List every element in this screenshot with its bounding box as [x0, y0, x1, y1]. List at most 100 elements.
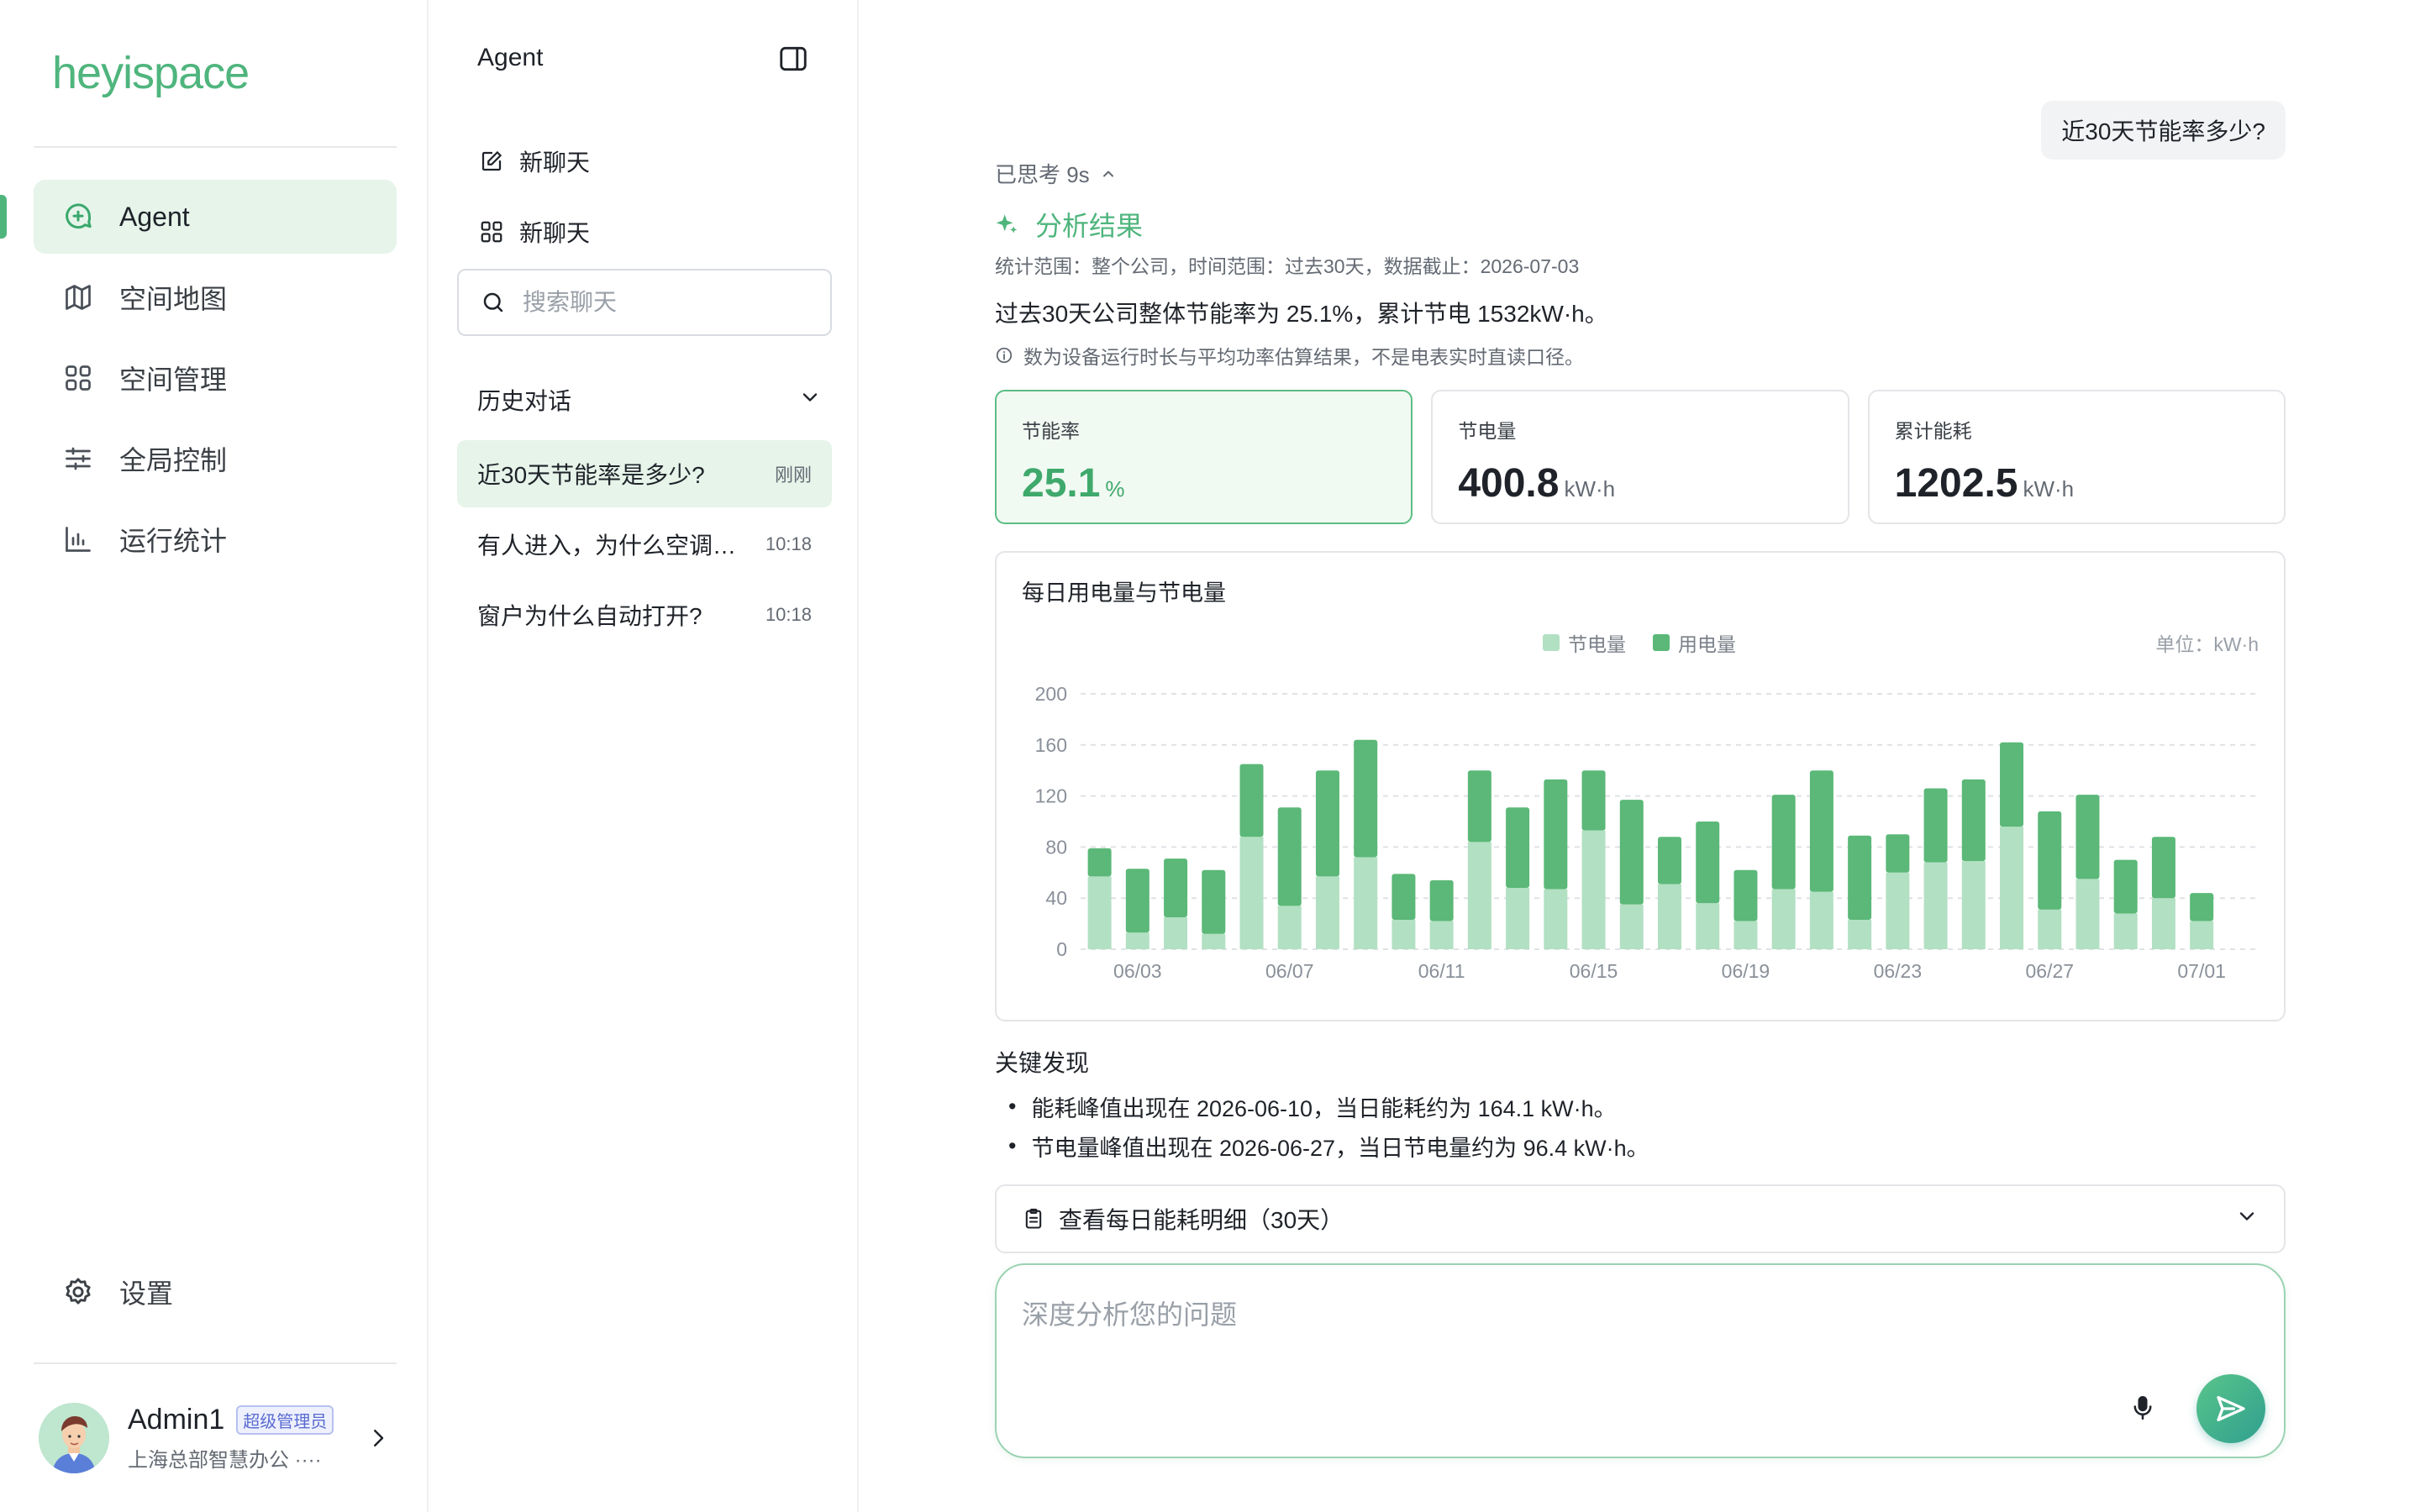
new-chat-button[interactable]: 新聊天 [477, 141, 590, 181]
bar-saved [1544, 889, 1568, 949]
history-item-time: 刚刚 [774, 465, 812, 486]
x-tick-label: 06/27 [2025, 960, 2074, 982]
bar-saved [1164, 917, 1188, 949]
bar-saved [1087, 876, 1112, 949]
user-message-bubble: 近30天节能率多少? [2041, 101, 2286, 160]
settings-label: 设置 [119, 1278, 174, 1309]
bar-usage [1886, 834, 1910, 873]
findings-title: 关键发现 [995, 1050, 1090, 1076]
x-tick-label: 06/23 [1874, 960, 1923, 982]
history-item[interactable]: 近30天节能率是多少? 刚刚 [457, 440, 832, 507]
send-button[interactable] [2196, 1374, 2265, 1443]
x-tick-label: 06/03 [1113, 960, 1162, 982]
sliders-icon [60, 441, 96, 476]
new-chat-label: 新聊天 [519, 150, 591, 176]
brand-logo[interactable]: heyispace [52, 47, 250, 99]
y-tick-label: 80 [1045, 836, 1067, 858]
bar-saved [2038, 909, 2062, 949]
bar-usage [1771, 795, 1796, 890]
stat-value: 25.1 [1022, 461, 1101, 506]
sidebar-item-space-map[interactable]: 空间地图 [34, 260, 397, 334]
y-tick-label: 0 [1056, 938, 1067, 960]
new-chat-label: 新聊天 [519, 220, 591, 246]
history-title: 历史对话 [477, 388, 572, 414]
sidebar-item-label: 空间地图 [119, 284, 228, 314]
bar-usage [2113, 859, 2138, 914]
grid-icon [477, 218, 506, 246]
detail-label: 查看每日能耗明细（30天） [1059, 1207, 1344, 1233]
bar-usage [1239, 764, 1264, 837]
bar-saved [1848, 920, 1872, 949]
info-icon [995, 345, 1015, 365]
stat-card-saved-energy[interactable]: 节电量 400.8 kW·h [1431, 390, 1849, 524]
stat-unit: kW·h [1564, 476, 1616, 501]
history-item-text: 近30天节能率是多少? [477, 462, 705, 488]
bar-usage [1809, 770, 1833, 892]
sidebar-item-agent[interactable]: Agent [34, 180, 397, 254]
history-list: 近30天节能率是多少? 刚刚 有人进入，为什么空调… 10:18 窗户为什么自动… [457, 440, 832, 652]
message-composer [995, 1263, 2286, 1458]
search-input[interactable] [523, 289, 825, 316]
bar-saved [1202, 933, 1226, 949]
settings-button[interactable]: 设置 [34, 1255, 397, 1329]
bar-saved [1467, 842, 1491, 949]
history-section-toggle[interactable]: 历史对话 [477, 383, 822, 417]
stat-card-total-consumption[interactable]: 累计能耗 1202.5 kW·h [1867, 390, 2286, 524]
chevron-right-icon[interactable] [361, 1421, 395, 1455]
user-profile[interactable]: Admin1 超级管理员 上海总部智慧办公 ···· [34, 1396, 397, 1480]
bar-saved [1658, 884, 1681, 949]
send-icon [2217, 1396, 2245, 1421]
stat-unit: kW·h [2023, 476, 2075, 501]
history-item[interactable]: 有人进入，为什么空调… 10:18 [457, 511, 832, 578]
y-tick-label: 120 [1035, 785, 1067, 807]
chevron-down-icon [798, 386, 822, 415]
x-tick-label: 06/19 [1722, 960, 1770, 982]
bar-usage [1392, 874, 1416, 921]
x-tick-label: 06/07 [1265, 960, 1314, 982]
thought-toggle[interactable]: 已思考 9s [995, 158, 1118, 189]
agent-icon [60, 199, 96, 234]
bar-saved [1619, 904, 1644, 949]
search-icon [479, 288, 508, 317]
bar-usage [1923, 788, 1948, 863]
bar-saved [1886, 872, 1910, 949]
bar-usage [2075, 795, 2100, 879]
bar-saved [1771, 889, 1796, 949]
history-item-text: 窗户为什么自动打开? [477, 603, 702, 629]
bar-usage [1202, 869, 1226, 934]
new-chat-button[interactable]: 新聊天 [477, 212, 590, 252]
sidebar-item-label: 运行统计 [119, 526, 228, 556]
bar-usage [1619, 800, 1644, 905]
bar-usage [1544, 779, 1568, 890]
grid-icon [60, 360, 96, 396]
sidebar-item-space-management[interactable]: 空间管理 [34, 341, 397, 415]
sidebar: heyispace Agent 空间地图 空间管理 全局控制 运行统计 设置 A… [0, 0, 429, 1512]
microphone-icon [2133, 1395, 2152, 1420]
findings-list: 能耗峰值出现在 2026-06-10，当日能耗约为 164.1 kW·h。 节电… [1008, 1090, 1649, 1169]
clipboard-icon [1022, 1206, 1047, 1231]
history-item[interactable]: 窗户为什么自动打开? 10:18 [457, 581, 832, 648]
sidebar-item-run-stats[interactable]: 运行统计 [34, 502, 397, 576]
bar-usage [1277, 807, 1302, 906]
microphone-button[interactable] [2124, 1389, 2161, 1426]
sidebar-nav: Agent 空间地图 空间管理 全局控制 运行统计 [34, 180, 397, 583]
user-organization: 上海总部智慧办公 ···· [128, 1449, 322, 1472]
bar-usage [1354, 739, 1378, 858]
chevron-down-icon [2235, 1205, 2259, 1234]
message-input[interactable] [1022, 1294, 2114, 1344]
note-text: 数为设备运行时长与平均功率估算结果，不是电表实时直读口径。 [1023, 346, 1584, 368]
bar-saved [1392, 920, 1416, 949]
conversation-area: 近30天节能率多少? 已思考 9s 分析结果 统计范围：整个公司，时间范围：过去… [860, 0, 2420, 1512]
stat-card-saving-rate[interactable]: 节能率 25.1% [995, 390, 1413, 524]
active-indicator [0, 195, 7, 239]
chat-list-panel: Agent 新聊天 新聊天 历史对话 近30天节能率是多少? 刚刚 有人进入，为 [430, 0, 859, 1512]
history-item-time: 10:18 [765, 604, 812, 625]
daily-detail-expander[interactable]: 查看每日能耗明细（30天） [995, 1184, 2286, 1253]
search-chat-field[interactable] [457, 269, 832, 336]
energy-chart-card: 每日用电量与节电量 节电量 用电量 单位：kW·h 0 40 80 120 160 200… [995, 551, 2286, 1021]
sidebar-item-global-control[interactable]: 全局控制 [34, 422, 397, 496]
bar-usage [2151, 837, 2175, 899]
panel-toggle-icon[interactable] [776, 42, 810, 76]
bar-saved [1354, 857, 1378, 949]
y-tick-label: 40 [1045, 887, 1067, 909]
